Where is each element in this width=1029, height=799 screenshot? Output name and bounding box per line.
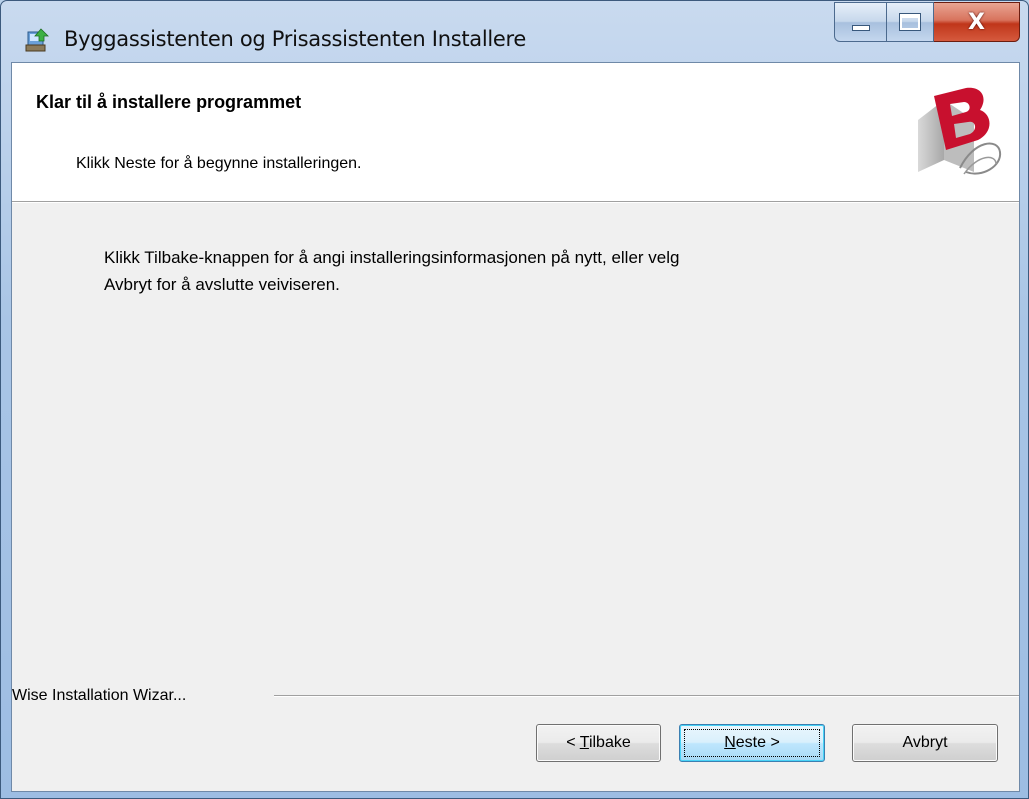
back-button-label: < Tilbake (566, 734, 631, 752)
instruction-line-1: Klikk Tilbake-knappen for å angi install… (104, 248, 680, 267)
caption-buttons: X (821, 2, 1022, 44)
back-mnemonic: T (579, 734, 589, 751)
b-logo-icon (904, 80, 1008, 186)
back-prefix: < (566, 734, 580, 751)
header-divider (12, 202, 1019, 203)
page-subtitle: Klikk Neste for å begynne installeringen… (76, 155, 362, 172)
page-title: Klar til å installere programmet (36, 92, 302, 112)
close-icon: X (968, 9, 985, 35)
close-button[interactable]: X (934, 2, 1020, 42)
wizard-header: Klar til å installere programmet Klikk N… (12, 63, 1019, 202)
wizard-client-area: Klar til å installere programmet Klikk N… (11, 62, 1020, 792)
minimize-icon (851, 25, 870, 31)
installer-window: Byggassistenten og Prisassistenten Insta… (0, 0, 1029, 799)
window-title: Byggassistenten og Prisassistenten Insta… (64, 27, 527, 51)
cancel-button-label: Avbryt (902, 734, 948, 751)
installer-icon[interactable] (25, 28, 49, 54)
instruction-text: Klikk Tilbake-knappen for å angi install… (104, 244, 924, 298)
maximize-icon (899, 13, 921, 31)
maximize-button[interactable] (887, 2, 934, 42)
next-button-label: Neste > (724, 734, 780, 752)
next-rest: este > (735, 734, 780, 751)
minimize-button[interactable] (834, 2, 887, 42)
instruction-line-2: Avbryt for å avslutte veiviseren. (104, 275, 340, 294)
back-button[interactable]: < Tilbake (536, 724, 661, 762)
next-mnemonic: N (724, 734, 736, 751)
back-rest: ilbake (588, 734, 631, 751)
next-button[interactable]: Neste > (679, 724, 825, 762)
cancel-button[interactable]: Avbryt (852, 724, 998, 762)
footer-divider (274, 695, 1019, 697)
title-bar[interactable]: Byggassistenten og Prisassistenten Insta… (1, 1, 1028, 61)
wizard-brand-label: Wise Installation Wizar... (12, 687, 197, 705)
